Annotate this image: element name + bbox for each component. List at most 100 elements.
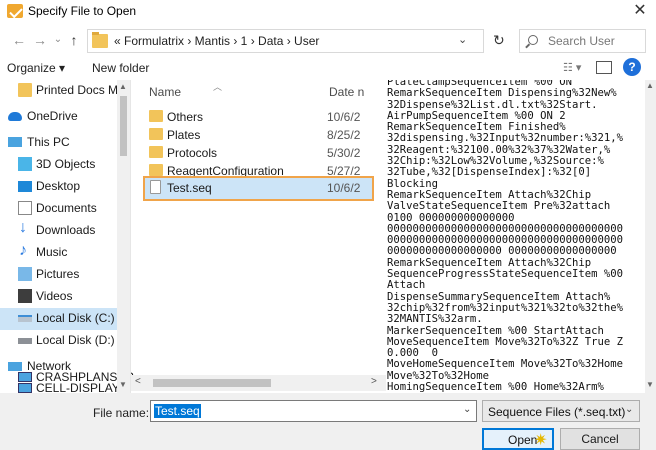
file-name: ReagentConfiguration [167,164,284,178]
folder-icon [149,110,163,122]
scroll-down-icon[interactable]: ▼ [119,380,127,389]
sidebar-item-printed-docs[interactable]: Printed Docs MA [0,80,130,102]
open-button[interactable]: Open ✷ [482,428,554,450]
music-icon [18,242,32,260]
sidebar-item-onedrive[interactable]: OneDrive [0,106,130,128]
cancel-button[interactable]: Cancel [560,428,640,450]
sidebar-item-label: Local Disk (C:) [36,311,115,325]
sidebar-scrollbar[interactable]: ▲ ▼ [117,80,130,393]
folder-icon [149,146,163,158]
file-row-others[interactable]: Others 10/6/2 [145,107,372,127]
dialog-footer: File name: Test.seq ⌄ Sequence Files (*.… [0,393,656,450]
sidebar-item-downloads[interactable]: Downloads [0,219,130,242]
sort-arrow-icon: ︿ [213,82,223,92]
sidebar-item-label: This PC [27,135,70,149]
file-name-label: File name: [93,406,150,420]
folder-icon [149,164,163,176]
back-button[interactable]: ← [9,31,29,49]
file-list-horizontal-scrollbar[interactable]: < > [131,375,386,391]
cloud-icon [8,112,22,121]
sidebar-item-label: 3D Objects [36,157,96,171]
scroll-up-icon[interactable]: ▲ [119,82,127,91]
sidebar-item-desktop[interactable]: Desktop [0,176,130,198]
folder-icon [92,32,108,48]
sidebar-item-crashplanser[interactable]: CRASHPLANSER [0,367,134,389]
address-bar[interactable]: « Formulatrix › Mantis › 1 › Data › User… [87,29,484,53]
sidebar-item-label: Printed Docs MA [36,83,127,97]
preview-pane: PlateClampSequenceItem %00 ON RemarkSequ… [387,80,645,393]
refresh-button[interactable]: ↻ [493,32,505,49]
sidebar-item-videos[interactable]: Videos [0,286,130,308]
scroll-up-icon[interactable]: ▲ [646,81,654,90]
file-row-protocols[interactable]: Protocols 5/30/2 [145,143,372,163]
3d-objects-icon [18,157,32,171]
sidebar-item-label: OneDrive [27,109,78,123]
up-button[interactable]: ↑ [64,31,84,49]
address-dropdown-button[interactable]: ⌄ [458,33,467,46]
preview-scrollbar[interactable]: ▲ ▼ [645,80,656,393]
column-header-name[interactable]: Name [149,85,181,107]
help-icon[interactable]: ? [623,58,641,76]
sidebar-item-label: Music [36,245,68,259]
sidebar-item-this-pc[interactable]: This PC [0,132,130,154]
sidebar-item-label: Videos [36,289,73,303]
file-type-value: Sequence Files (*.seq.txt) [488,405,626,419]
sidebar-item-local-disk-d[interactable]: Local Disk (D:) [0,330,130,352]
close-button[interactable]: ✕ [630,1,650,21]
app-icon [7,4,23,18]
file-name: Others [167,110,204,124]
sidebar-item-3d-objects[interactable]: 3D Objects [0,154,130,176]
forward-button[interactable]: → [30,31,50,49]
sidebar-item-documents[interactable]: Documents [0,198,130,220]
file-row-plates[interactable]: Plates 8/25/2 [145,125,372,145]
toolbar: Organize ▾ New folder ☷ ▾ ? [0,58,656,80]
sidebar-item-music[interactable]: Music [0,242,130,264]
file-name: Protocols [167,146,218,160]
sidebar-item-local-disk-c[interactable]: Local Disk (C:) [0,308,130,330]
scroll-down-icon[interactable]: ▼ [646,380,654,389]
file-name-input[interactable]: Test.seq ⌄ [150,400,477,422]
sidebar-item-label: Documents [36,201,97,215]
click-cursor-icon: ✷ [534,432,548,449]
folder-icon [149,128,163,140]
file-name: Test.seq [167,181,212,195]
sidebar-item-label: Downloads [36,223,96,237]
file-name: Plates [167,128,201,142]
breadcrumb[interactable]: « Formulatrix › Mantis › 1 › Data › User [114,34,319,48]
navigation-bar: ← → ⌄ ↑ « Formulatrix › Mantis › 1 › Dat… [0,24,656,56]
pc-icon [8,137,22,147]
document-icon [150,180,161,194]
file-row-test-seq[interactable]: Test.seq 10/6/2 [143,176,374,201]
file-date: 8/25/2 [327,128,361,142]
file-name-value[interactable]: Test.seq [154,404,201,418]
chevron-down-icon[interactable]: ⌄ [463,404,471,415]
search-icon [528,35,538,45]
file-date: 10/6/2 [327,181,361,195]
scroll-right-icon[interactable]: > [371,376,377,387]
chevron-down-icon: ⌄ [625,404,634,415]
file-date: 5/30/2 [327,146,361,160]
sidebar-item-label: Local Disk (D:) [36,333,115,347]
scroll-left-icon[interactable]: < [135,376,141,387]
sidebar-item-pictures[interactable]: Pictures [0,264,130,286]
open-button-label: Open [508,433,538,447]
videos-icon [18,289,32,303]
computer-icon [18,372,32,382]
disk-icon [18,315,32,322]
window-title: Specify File to Open [28,4,137,18]
scrollbar-thumb[interactable] [153,379,271,387]
search-placeholder: Search User [548,34,615,48]
column-header-date[interactable]: Date n [329,85,364,107]
new-folder-button[interactable]: New folder [92,61,149,75]
scrollbar-thumb[interactable] [120,96,127,156]
view-options-button[interactable]: ☷ ▾ [563,61,581,74]
sidebar-item-label: Pictures [36,267,80,281]
search-input[interactable]: Search User [519,29,646,53]
folder-icon [18,83,32,97]
organize-button[interactable]: Organize ▾ [7,61,65,75]
preview-pane-icon[interactable] [596,61,612,74]
file-type-select[interactable]: Sequence Files (*.seq.txt) ⌄ [482,400,640,422]
file-list: Name ︿ Date n Others 10/6/2 Plates 8/25/… [131,80,386,393]
documents-icon [18,201,32,215]
file-date: 5/27/2 [327,164,361,178]
